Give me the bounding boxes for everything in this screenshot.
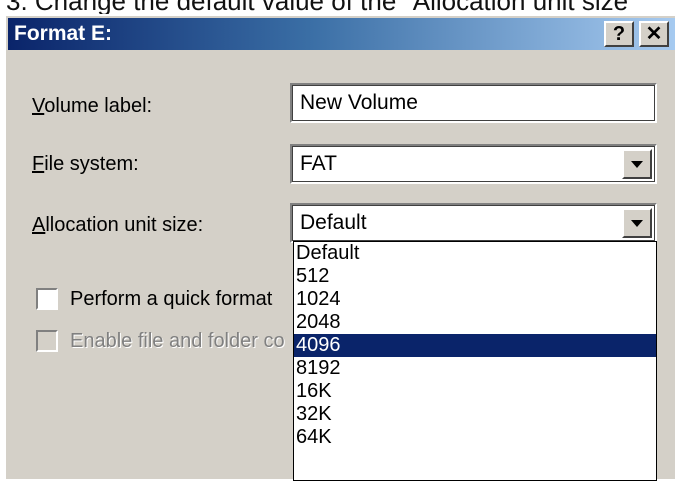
file-system-select[interactable]: FAT (290, 144, 657, 184)
close-button[interactable]: ✕ (639, 21, 669, 47)
file-system-value: FAT (300, 152, 337, 175)
file-system-label: File system: (32, 152, 139, 176)
window-title: Format E: (14, 22, 113, 45)
allocation-unit-size-select[interactable]: Default (290, 203, 657, 243)
allocation-option[interactable]: 2048 (294, 311, 656, 334)
title-bar[interactable]: Format E: ? ✕ (8, 18, 675, 50)
volume-label-text: Volume label: (32, 94, 152, 118)
allocation-option[interactable]: 64K (294, 426, 656, 449)
allocation-option[interactable]: 16K (294, 380, 656, 403)
compression-checkbox (36, 330, 58, 352)
allocation-option[interactable]: 512 (294, 265, 656, 288)
file-system-dropdown-button[interactable] (622, 149, 652, 179)
allocation-option[interactable]: 8192 (294, 357, 656, 380)
volume-label-input[interactable]: New Volume (290, 83, 657, 123)
allocation-mnemonic: A (32, 214, 46, 236)
allocation-unit-size-label: Allocation unit size: (32, 213, 203, 237)
allocation-option[interactable]: 32K (294, 403, 656, 426)
allocation-option[interactable]: Default (294, 242, 656, 265)
allocation-option[interactable]: 4096 (294, 334, 656, 357)
allocation-unit-size-value: Default (300, 211, 367, 234)
file-system-label-rest: ile system: (44, 153, 139, 175)
allocation-option[interactable]: 1024 (294, 288, 656, 311)
allocation-unit-size-list[interactable]: Default 512 1024 2048 4096 8192 16K 32K 64K (293, 241, 657, 481)
format-dialog: Format E: ? ✕ Volume label: New Volume F… (4, 14, 675, 481)
help-button[interactable]: ? (604, 21, 634, 47)
volume-label-mnemonic: V (32, 95, 45, 117)
volume-label-rest: olume label: (44, 95, 153, 117)
quick-format-label[interactable]: Perform a quick format (70, 287, 286, 311)
allocation-dropdown-button[interactable] (622, 208, 652, 238)
compression-label: Enable file and folder compression (70, 330, 286, 352)
quick-format-checkbox[interactable] (36, 288, 58, 310)
allocation-label-rest: llocation unit size: (45, 214, 204, 236)
file-system-mnemonic: F (32, 153, 45, 175)
